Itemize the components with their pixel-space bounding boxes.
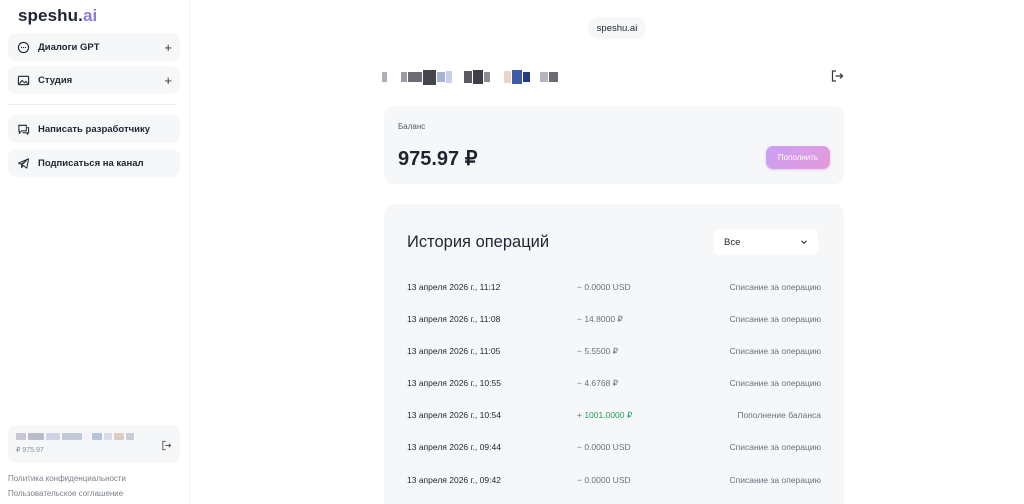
sidebar-item-gpt-dialogs[interactable]: Диалоги GPT +	[8, 33, 180, 61]
filter-value: Все	[724, 236, 741, 248]
logo[interactable]: speshu.ai	[18, 6, 97, 26]
operation-date: 13 апреля 2026 г., 11:05	[407, 346, 501, 356]
app-root: speshu.ai Диалоги GPT + Студия + Написат…	[0, 0, 1024, 504]
sidebar-item-label: Написать разработчику	[38, 123, 151, 135]
table-row: 13 апреля 2026 г., 09:44 − 0.0000 USD Сп…	[384, 441, 844, 473]
sidebar-item-studio[interactable]: Студия +	[8, 66, 180, 94]
message-icon	[16, 122, 30, 136]
sidebar-item-subscribe-channel[interactable]: Подписаться на канал	[8, 149, 180, 177]
operation-amount: − 0.0000 USD	[577, 475, 631, 485]
table-row: 13 апреля 2026 г., 11:08 − 14.8000 ₽ Спи…	[384, 313, 844, 345]
operation-amount: + 1001.0000 ₽	[577, 410, 633, 420]
image-icon	[16, 73, 30, 87]
history-title: История операций	[407, 233, 550, 251]
balance-label: Баланс	[398, 122, 426, 131]
sidebar-item-contact-developer[interactable]: Написать разработчику	[8, 115, 180, 143]
operation-date: 13 апреля 2026 г., 10:55	[407, 378, 501, 388]
table-row: 13 апреля 2026 г., 10:55 − 4.6768 ₽ Спис…	[384, 377, 844, 409]
operation-description: Списание за операцию	[729, 475, 822, 485]
sidebar: speshu.ai Диалоги GPT + Студия + Написат…	[0, 0, 190, 504]
logo-main: speshu.	[18, 6, 83, 25]
brand-badge: speshu.ai	[588, 17, 646, 39]
balance-value: 975.97 ₽	[398, 148, 478, 170]
operation-date: 13 апреля 2026 г., 11:08	[407, 314, 501, 324]
operation-description: Списание за операцию	[729, 378, 822, 388]
chat-bubble-icon	[16, 40, 30, 54]
sidebar-item-label: Студия	[38, 74, 73, 86]
chevron-down-icon	[800, 238, 808, 246]
operation-date: 13 апреля 2026 г., 09:44	[407, 442, 501, 452]
operation-amount: − 4.6768 ₽	[577, 378, 619, 388]
add-dialog-button[interactable]: +	[164, 40, 172, 55]
logo-accent: ai	[82, 6, 98, 25]
operation-date: 13 апреля 2026 г., 09:42	[407, 475, 501, 485]
operation-description: Списание за операцию	[729, 442, 822, 452]
operation-amount: − 0.0000 USD	[577, 442, 631, 452]
user-agreement-link[interactable]: Пользовательское соглашение	[8, 489, 123, 498]
add-studio-button[interactable]: +	[164, 73, 172, 88]
table-row: 13 апреля 2026 г., 10:54 + 1001.0000 ₽ П…	[384, 409, 844, 441]
operation-date: 13 апреля 2026 г., 11:12	[407, 282, 501, 292]
operation-amount: − 5.5500 ₽	[577, 346, 619, 356]
table-row: 13 апреля 2026 г., 11:12 − 0.0000 USD Сп…	[384, 281, 844, 313]
operation-date: 13 апреля 2026 г., 10:54	[407, 410, 501, 420]
sidebar-item-label: Подписаться на канал	[38, 157, 144, 169]
logout-icon[interactable]	[830, 69, 844, 83]
account-email-redacted	[382, 69, 558, 85]
privacy-policy-link[interactable]: Политика конфиденциальности	[8, 474, 126, 483]
user-email-redacted	[16, 433, 134, 440]
operation-amount: − 14.8000 ₽	[577, 314, 623, 324]
user-balance: ₽ 975.97	[16, 447, 44, 454]
telegram-icon	[16, 156, 30, 170]
operations-filter-select[interactable]: Все	[714, 229, 818, 255]
operation-description: Списание за операцию	[729, 282, 822, 292]
logout-icon[interactable]	[161, 438, 172, 451]
balance-card: Баланс 975.97 ₽ Пополнить	[384, 106, 844, 184]
user-card[interactable]: ₽ 975.97	[8, 425, 180, 463]
operation-description: Пополнение баланса	[737, 410, 821, 420]
table-row: 13 апреля 2026 г., 09:42 − 0.0000 USD Сп…	[384, 474, 844, 504]
operation-amount: − 0.0000 USD	[577, 282, 631, 292]
sidebar-divider	[8, 104, 176, 105]
sidebar-item-label: Диалоги GPT	[38, 41, 100, 53]
table-row: 13 апреля 2026 г., 11:05 − 5.5500 ₽ Спис…	[384, 345, 844, 377]
operations-history: История операций Все 13 апреля 2026 г., …	[384, 204, 844, 504]
operation-description: Списание за операцию	[729, 346, 822, 356]
topup-button[interactable]: Пополнить	[766, 146, 830, 169]
operation-description: Списание за операцию	[729, 314, 822, 324]
